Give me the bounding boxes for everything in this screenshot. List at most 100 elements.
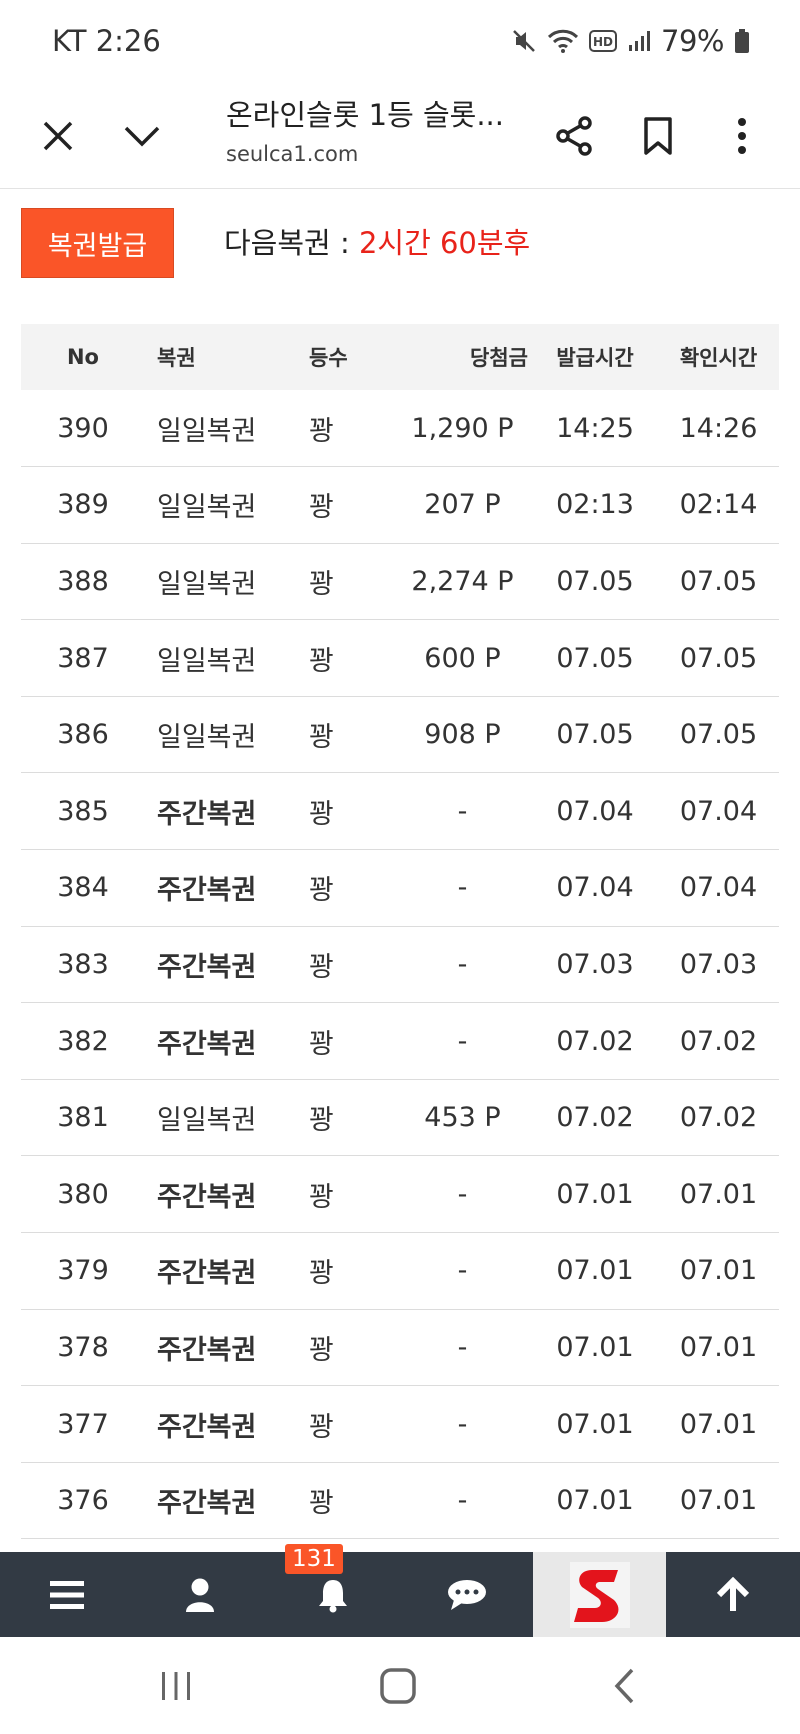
cell-type: 일일복권 bbox=[145, 619, 305, 697]
cell-no: 378 bbox=[21, 1309, 145, 1387]
cell-type: 일일복권 bbox=[145, 466, 305, 544]
chat-icon bbox=[447, 1579, 486, 1610]
bookmark-button[interactable] bbox=[630, 108, 686, 164]
cell-prize: 2,274 P bbox=[397, 543, 532, 621]
cell-rank: 꽝 bbox=[305, 849, 397, 927]
cell-checked: 07.03 bbox=[658, 926, 779, 1004]
table-row: 386 일일복권 꽝 908 P 07.05 07.05 bbox=[21, 696, 779, 774]
cell-issued: 07.04 bbox=[532, 772, 658, 851]
cell-no: 376 bbox=[21, 1462, 145, 1540]
cell-type: 일일복권 bbox=[145, 696, 305, 774]
table-row: 381 일일복권 꽝 453 P 07.02 07.02 bbox=[21, 1079, 779, 1157]
menu-button[interactable] bbox=[0, 1552, 133, 1637]
collapse-button[interactable] bbox=[114, 108, 170, 164]
cell-issued: 14:25 bbox=[532, 390, 658, 468]
cell-no: 377 bbox=[21, 1385, 145, 1463]
carrier-time: KT 2:26 bbox=[52, 24, 161, 58]
cell-no: 380 bbox=[21, 1155, 145, 1234]
cell-type: 일일복권 bbox=[145, 543, 305, 621]
cell-rank: 꽝 bbox=[305, 1462, 397, 1540]
recent-apps-icon bbox=[162, 1672, 190, 1700]
table-row: 377 주간복권 꽝 -07.01 07.01 bbox=[21, 1385, 779, 1463]
cell-no: 390 bbox=[21, 390, 145, 468]
cell-no: 388 bbox=[21, 543, 145, 621]
cell-prize: 1,290 P bbox=[397, 390, 532, 468]
cell-issued: 02:13 bbox=[532, 466, 658, 544]
bottom-nav: 131 bbox=[0, 1544, 800, 1637]
cell-type: 일일복권 bbox=[145, 390, 305, 468]
cell-no: 381 bbox=[21, 1079, 145, 1157]
page-title-area[interactable]: 온라인슬롯 1등 슬롯... seulca1.com bbox=[226, 92, 526, 166]
scroll-top-button[interactable] bbox=[666, 1552, 799, 1637]
table-row: 388 일일복권 꽝 2,274 P 07.05 07.05 bbox=[21, 543, 779, 621]
table-row: 380 주간복권 꽝 -07.01 07.01 bbox=[21, 1155, 779, 1234]
cell-issued: 07.05 bbox=[532, 619, 658, 697]
table-row: 382 주간복권 꽝 -07.02 07.02 bbox=[21, 1002, 779, 1080]
table-row: 378 주간복권 꽝 -07.01 07.01 bbox=[21, 1309, 779, 1387]
battery-icon bbox=[734, 28, 750, 54]
cell-no: 379 bbox=[21, 1232, 145, 1310]
cell-type: 주간복권 bbox=[145, 772, 305, 851]
cell-no: 383 bbox=[21, 926, 145, 1004]
cell-no: 384 bbox=[21, 849, 145, 927]
svg-text:HD: HD bbox=[593, 35, 613, 49]
cell-checked: 02:14 bbox=[658, 466, 779, 544]
header-issued: 발급시간 bbox=[556, 346, 634, 370]
back-button[interactable] bbox=[594, 1661, 654, 1711]
cell-issued: 07.02 bbox=[532, 1002, 658, 1080]
cell-no: 385 bbox=[21, 772, 145, 851]
table-row: 385 주간복권 꽝 -07.04 07.04 bbox=[21, 772, 779, 851]
cell-type: 일일복권 bbox=[145, 1079, 305, 1157]
lotto-header: 복권발급 다음복권 : 2시간 60분후 bbox=[0, 190, 800, 310]
cell-rank: 꽝 bbox=[305, 1079, 397, 1157]
share-button[interactable] bbox=[546, 108, 602, 164]
user-button[interactable] bbox=[133, 1552, 266, 1637]
page-url: seulca1.com bbox=[226, 142, 359, 166]
cell-issued: 07.05 bbox=[532, 696, 658, 774]
cell-checked: 14:26 bbox=[658, 390, 779, 468]
bookmark-icon bbox=[644, 117, 672, 155]
share-icon bbox=[556, 116, 592, 156]
header-rank: 등수 bbox=[309, 346, 348, 370]
cell-checked: 07.01 bbox=[658, 1385, 779, 1463]
home-button[interactable] bbox=[368, 1661, 428, 1711]
cell-rank: 꽝 bbox=[305, 926, 397, 1004]
cell-prize: - bbox=[397, 1309, 532, 1387]
menu-icon bbox=[49, 1580, 84, 1609]
cell-issued: 07.01 bbox=[532, 1155, 658, 1234]
cell-no: 387 bbox=[21, 619, 145, 697]
header-no: No bbox=[66, 345, 99, 369]
bell-icon bbox=[319, 1579, 348, 1612]
cell-prize: 600 P bbox=[397, 619, 532, 697]
recent-apps-button[interactable] bbox=[146, 1661, 206, 1711]
issue-lotto-button[interactable]: 복권발급 bbox=[21, 208, 174, 278]
cell-issued: 07.01 bbox=[532, 1309, 658, 1387]
cell-no: 386 bbox=[21, 696, 145, 774]
cell-prize: 207 P bbox=[397, 466, 532, 544]
cell-rank: 꽝 bbox=[305, 619, 397, 697]
cell-prize: 908 P bbox=[397, 696, 532, 774]
cell-checked: 07.01 bbox=[658, 1309, 779, 1387]
notification-badge: 131 bbox=[285, 1544, 343, 1574]
cell-type: 주간복권 bbox=[145, 1385, 305, 1463]
next-lotto-info: 다음복권 : 2시간 60분후 bbox=[224, 220, 530, 262]
next-lotto-label: 다음복권 : bbox=[224, 226, 359, 260]
cell-prize: - bbox=[397, 1232, 532, 1310]
home-icon bbox=[380, 1668, 416, 1704]
cell-type: 주간복권 bbox=[145, 1232, 305, 1310]
cell-issued: 07.01 bbox=[532, 1385, 658, 1463]
cell-no: 389 bbox=[21, 466, 145, 544]
cell-prize: - bbox=[397, 1385, 532, 1463]
cell-rank: 꽝 bbox=[305, 1155, 397, 1234]
cell-rank: 꽝 bbox=[305, 1002, 397, 1080]
cell-prize: 453 P bbox=[397, 1079, 532, 1157]
site-logo-button[interactable] bbox=[533, 1552, 667, 1637]
more-button[interactable] bbox=[714, 108, 770, 164]
chat-button[interactable] bbox=[400, 1552, 533, 1637]
cell-rank: 꽝 bbox=[305, 772, 397, 851]
close-button[interactable] bbox=[30, 108, 86, 164]
cell-rank: 꽝 bbox=[305, 696, 397, 774]
table-header-row: No 복권 등수 당첨금 발급시간 확인시간 bbox=[21, 324, 779, 390]
cell-issued: 07.04 bbox=[532, 849, 658, 927]
back-icon bbox=[614, 1668, 634, 1704]
